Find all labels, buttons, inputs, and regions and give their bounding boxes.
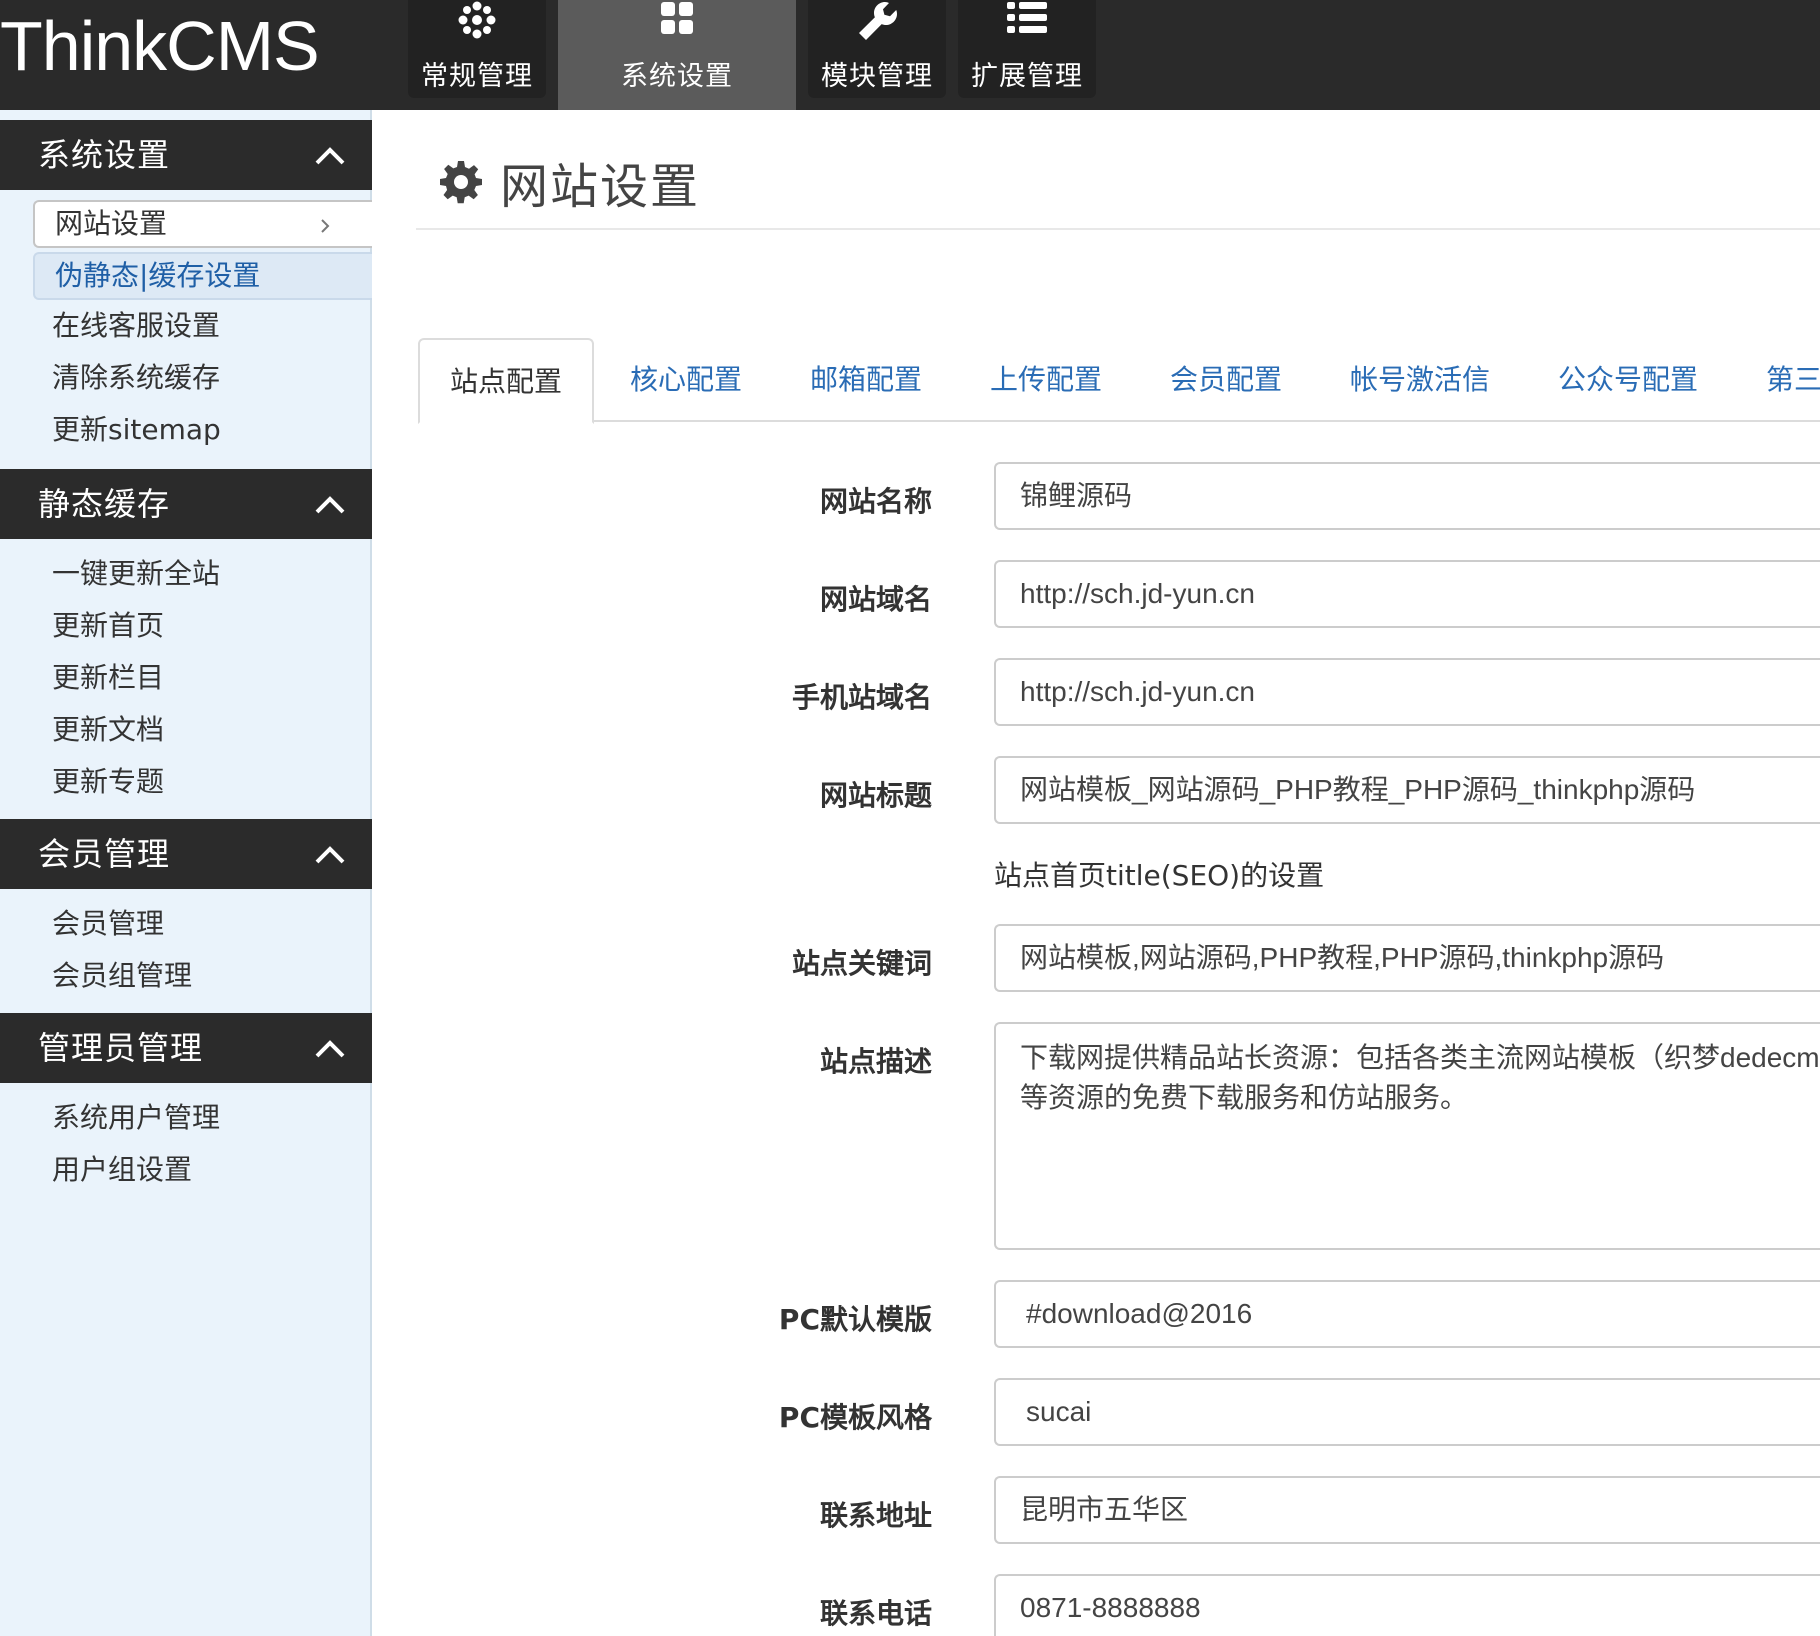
- keywords-input[interactable]: 网站模板,网站源码,PHP教程,PHP源码,thinkphp源码: [994, 924, 1820, 992]
- pc-template-select[interactable]: #download@2016: [994, 1280, 1820, 1348]
- label-phone: 联系电话: [819, 1597, 932, 1630]
- site-title-help: 站点首页title(SEO)的设置: [994, 859, 1325, 892]
- label-pc-template: PC默认模版: [778, 1303, 932, 1336]
- tab-third-party[interactable]: 第三: [1766, 338, 1820, 422]
- site-domain-input[interactable]: http://sch.jd-yun.cn: [994, 560, 1820, 628]
- tab-upload-config[interactable]: 上传配置: [990, 338, 1102, 422]
- sidebar-item-site-settings[interactable]: 网站设置: [33, 200, 372, 248]
- page-title: 网站设置: [500, 159, 701, 215]
- sidebar-group-members[interactable]: 会员管理: [0, 819, 372, 889]
- gear-icon: [440, 161, 482, 204]
- header-divider: [416, 228, 1820, 230]
- chevron-up-icon: [315, 846, 345, 864]
- sidebar-item-update-columns[interactable]: 更新栏目: [52, 658, 164, 698]
- sidebar-item-user-groups[interactable]: 用户组设置: [52, 1150, 192, 1190]
- sidebar-item-clear-cache[interactable]: 清除系统缓存: [52, 358, 220, 398]
- pc-style-select[interactable]: sucai: [994, 1378, 1820, 1446]
- label-mobile-domain: 手机站域名: [791, 681, 932, 714]
- address-input[interactable]: 昆明市五华区: [994, 1476, 1820, 1544]
- sidebar-item-rewrite-cache[interactable]: 伪静态|缓存设置: [33, 252, 372, 300]
- label-site-name: 网站名称: [819, 485, 932, 518]
- list-icon: [1007, 2, 1047, 33]
- label-site-title: 网站标题: [819, 779, 932, 812]
- chevron-up-icon: [315, 496, 345, 514]
- sidebar-item-system-users[interactable]: 系统用户管理: [52, 1098, 220, 1138]
- tab-mail-config[interactable]: 邮箱配置: [810, 338, 922, 422]
- sidebar-item-update-home[interactable]: 更新首页: [52, 606, 164, 646]
- sidebar-item-member-manage[interactable]: 会员管理: [52, 904, 164, 944]
- top-bar: ThinkCMS 常规管理 系统设置 模块管理 扩展管理: [0, 0, 1820, 110]
- sidebar-item-update-topics[interactable]: 更新专题: [52, 762, 164, 802]
- sidebar-item-sitemap[interactable]: 更新sitemap: [52, 410, 221, 450]
- site-name-input[interactable]: 锦鲤源码: [994, 462, 1820, 530]
- sidebar-group-system[interactable]: 系统设置: [0, 120, 372, 190]
- flower-icon: [458, 1, 496, 39]
- label-pc-style: PC模板风格: [778, 1401, 932, 1434]
- chevron-up-icon: [315, 1040, 345, 1058]
- label-description: 站点描述: [819, 1045, 932, 1078]
- topnav-modules[interactable]: 模块管理: [808, 0, 946, 98]
- page-header: 网站设置: [438, 146, 700, 218]
- sidebar-item-update-all[interactable]: 一键更新全站: [52, 554, 220, 594]
- sidebar-item-member-groups[interactable]: 会员组管理: [52, 956, 192, 996]
- tab-site-config[interactable]: 站点配置: [418, 338, 594, 424]
- chevron-up-icon: [315, 147, 345, 165]
- sidebar: 系统设置 网站设置 伪静态|缓存设置 在线客服设置 清除系统缓存 更新sitem…: [0, 110, 372, 1636]
- sidebar-item-online-service[interactable]: 在线客服设置: [52, 306, 220, 346]
- description-textarea[interactable]: 下载网提供精品站长资源：包括各类主流网站模板（织梦dedecms 等资源的免费下…: [994, 1022, 1820, 1250]
- grid-icon: [661, 2, 693, 34]
- tab-wechat-config[interactable]: 公众号配置: [1558, 338, 1698, 422]
- topnav-system[interactable]: 系统设置: [558, 0, 796, 110]
- mobile-domain-input[interactable]: http://sch.jd-yun.cn: [994, 658, 1820, 726]
- label-site-domain: 网站域名: [819, 583, 932, 616]
- main-content: 网站设置 站点配置 核心配置 邮箱配置 上传配置 会员配置 帐号激活信 公众号配…: [372, 110, 1820, 1636]
- topnav-extensions[interactable]: 扩展管理: [958, 0, 1096, 98]
- wrench-icon: [859, 2, 897, 40]
- sidebar-group-admins[interactable]: 管理员管理: [0, 1013, 372, 1083]
- chevron-right-icon: [321, 219, 330, 233]
- tab-member-config[interactable]: 会员配置: [1170, 338, 1282, 422]
- settings-tabs: 站点配置 核心配置 邮箱配置 上传配置 会员配置 帐号激活信 公众号配置 第三: [418, 338, 1820, 424]
- phone-input[interactable]: 0871-8888888: [994, 1574, 1820, 1636]
- site-title-input[interactable]: 网站模板_网站源码_PHP教程_PHP源码_thinkphp源码: [994, 756, 1820, 824]
- tab-core-config[interactable]: 核心配置: [630, 338, 742, 422]
- app-logo[interactable]: ThinkCMS: [0, 2, 320, 90]
- sidebar-item-update-docs[interactable]: 更新文档: [52, 710, 164, 750]
- tab-activation-mail[interactable]: 帐号激活信: [1350, 338, 1490, 422]
- sidebar-group-static-cache[interactable]: 静态缓存: [0, 469, 372, 539]
- topnav-general[interactable]: 常规管理: [408, 0, 546, 98]
- label-address: 联系地址: [819, 1499, 932, 1532]
- label-keywords: 站点关键词: [791, 947, 932, 980]
